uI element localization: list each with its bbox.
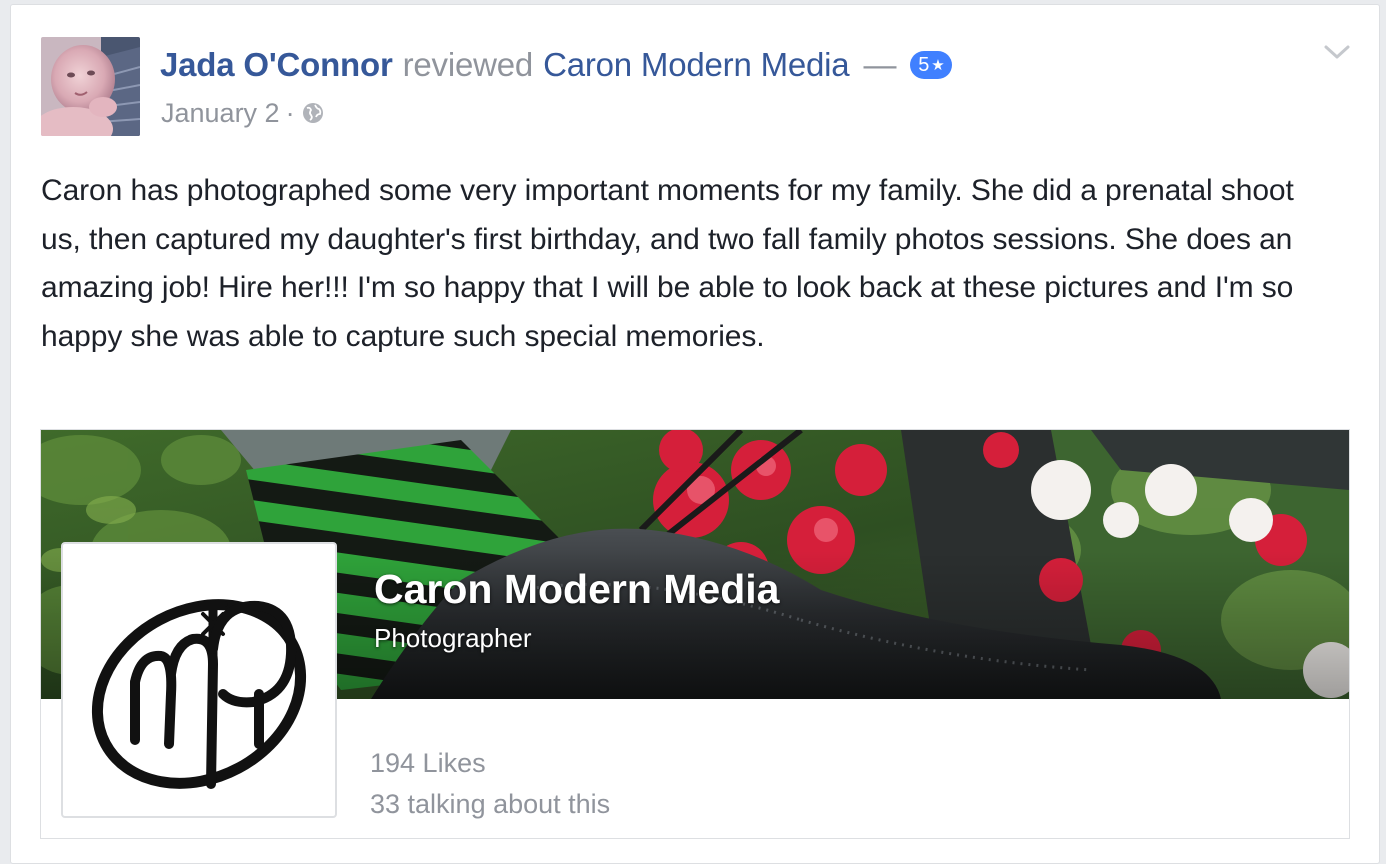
dash-separator: — <box>863 46 897 83</box>
avatar-photo <box>41 37 140 136</box>
post-meta: January 2 · <box>161 95 325 131</box>
rating-value: 5 <box>918 53 930 76</box>
chevron-down-icon[interactable] <box>1323 43 1351 61</box>
attachment-page-category: Photographer <box>374 623 532 653</box>
page-attachment[interactable]: Caron Modern Media Photographer 194 Like… <box>40 429 1350 839</box>
page-stats: 194 Likes 33 talking about this <box>370 743 610 825</box>
rating-badge: 5 ★ <box>910 51 953 79</box>
reviewed-page-link[interactable]: Caron Modern Media <box>543 46 850 84</box>
page-logo[interactable] <box>61 542 337 818</box>
avatar[interactable] <box>41 37 140 136</box>
meta-separator: · <box>285 97 295 128</box>
attachment-page-name[interactable]: Caron Modern Media <box>374 566 779 613</box>
post-headline: Jada O'Connor reviewed Caron Modern Medi… <box>160 43 953 87</box>
likes-count: 194 Likes <box>370 748 486 778</box>
action-verb: reviewed <box>402 46 534 83</box>
globe-icon[interactable] <box>301 101 325 125</box>
author-name-link[interactable]: Jada O'Connor <box>160 46 393 84</box>
star-icon: ★ <box>931 57 945 74</box>
review-text: Caron has photographed some very importa… <box>41 174 1294 353</box>
post-date-link[interactable]: January 2 <box>161 98 280 129</box>
mp-monogram-logo <box>91 599 307 789</box>
review-post-card: Jada O'Connor reviewed Caron Modern Medi… <box>10 4 1380 864</box>
talking-about-count: 33 talking about this <box>370 789 611 819</box>
